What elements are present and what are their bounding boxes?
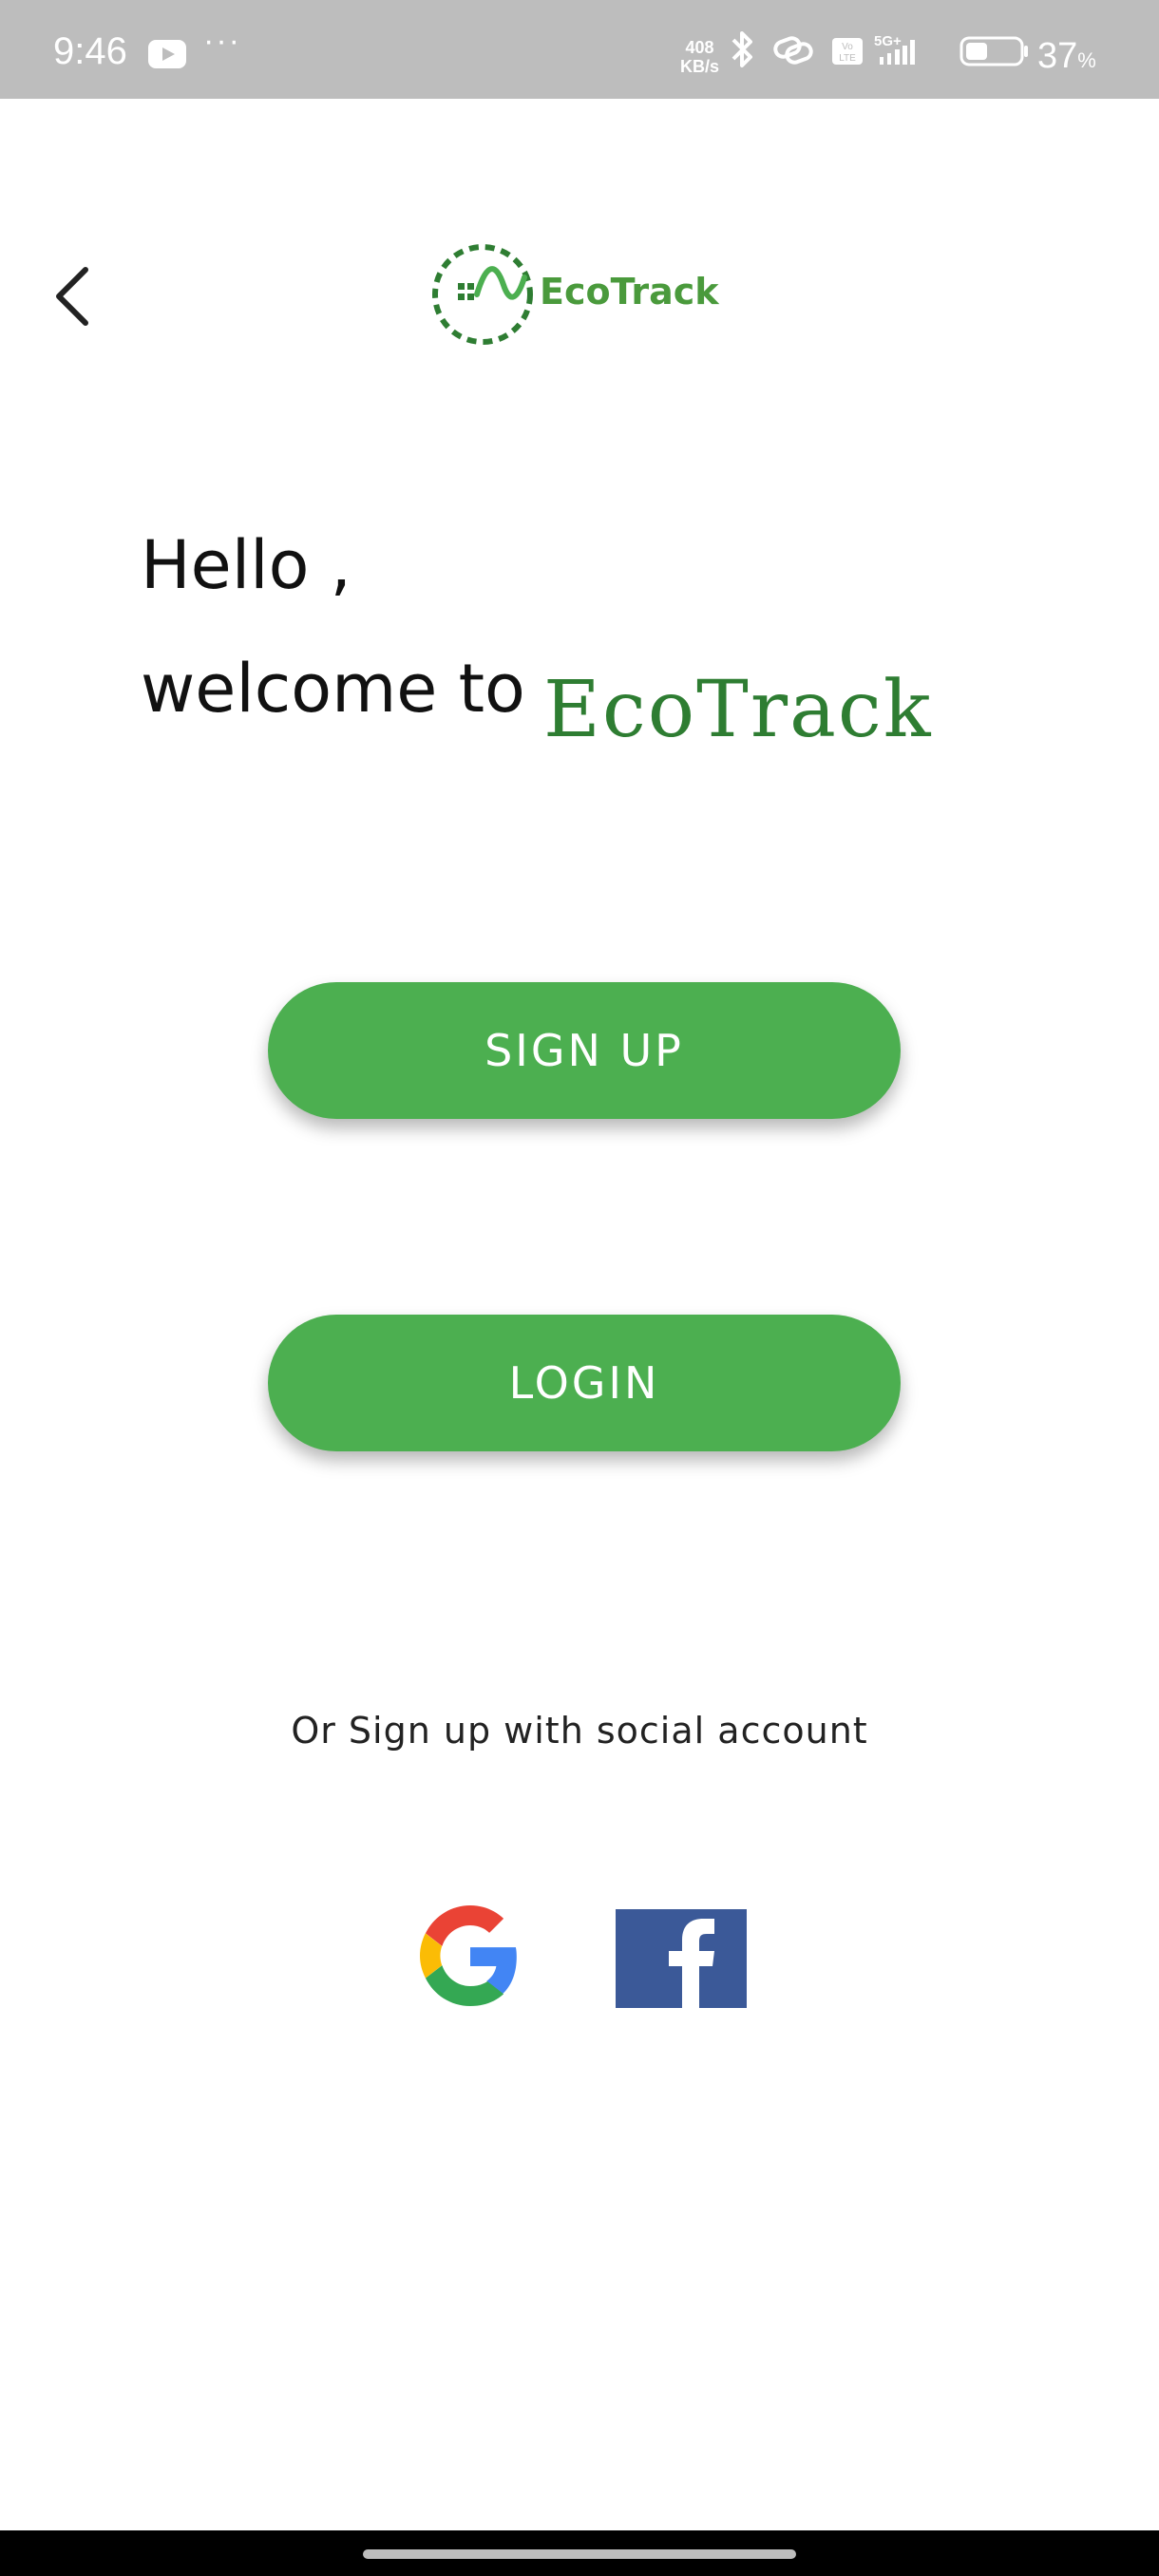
battery-percentage: 37% bbox=[1037, 36, 1096, 76]
more-notifications-icon: ··· bbox=[203, 23, 241, 59]
facebook-icon bbox=[616, 1909, 747, 2008]
greeting-hello: Hello , bbox=[141, 526, 352, 604]
svg-text:5G+: 5G+ bbox=[874, 33, 902, 49]
back-button[interactable] bbox=[38, 253, 106, 340]
signal-5g-icon: 5G+ bbox=[874, 33, 915, 65]
youtube-icon bbox=[148, 40, 186, 68]
network-speed-unit: KB/s bbox=[680, 57, 720, 76]
logo-text: EcoTrack bbox=[540, 271, 719, 313]
status-icons: Vo LTE 5G+ bbox=[732, 31, 1028, 67]
facebook-signin-button[interactable] bbox=[616, 1909, 747, 2008]
svg-text:LTE: LTE bbox=[839, 53, 856, 64]
google-signin-button[interactable] bbox=[420, 1905, 521, 2006]
bluetooth-icon bbox=[732, 31, 752, 67]
social-signup-caption: Or Sign up with social account bbox=[291, 1710, 868, 1752]
greeting-welcome: welcome to bbox=[141, 650, 525, 728]
volte-icon: Vo LTE bbox=[832, 38, 863, 65]
status-bar: 9:46 ··· 408 KB/s Vo LTE 5G+ 37% bbox=[0, 0, 1159, 99]
home-indicator[interactable] bbox=[363, 2549, 796, 2559]
battery-icon bbox=[960, 36, 1028, 66]
login-button[interactable]: LOGIN bbox=[268, 1315, 901, 1451]
network-speed-value: 408 bbox=[685, 38, 714, 57]
status-time: 9:46 bbox=[53, 30, 127, 72]
google-icon bbox=[420, 1905, 517, 2006]
link-icon bbox=[773, 36, 813, 65]
brand-name: EcoTrack bbox=[543, 665, 933, 755]
navigation-bar bbox=[0, 2530, 1159, 2576]
network-speed: 408 KB/s bbox=[680, 38, 719, 76]
signup-button[interactable]: SIGN UP bbox=[268, 982, 901, 1119]
chevron-left-icon bbox=[56, 267, 88, 326]
svg-text:Vo: Vo bbox=[842, 42, 853, 52]
